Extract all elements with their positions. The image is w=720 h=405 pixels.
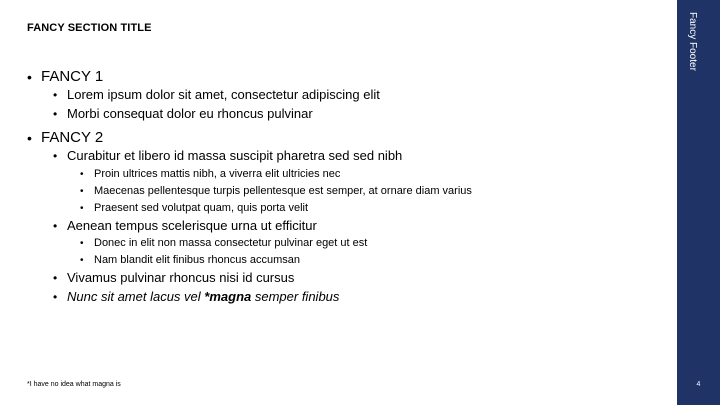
list-item: • Curabitur et libero id massa suscipit … <box>53 147 657 217</box>
bullet-icon: • <box>53 149 58 163</box>
bullet-icon: • <box>53 271 58 285</box>
italic-text-part: Nunc sit amet lacus vel <box>67 288 205 304</box>
bullet-icon: • <box>27 69 32 85</box>
bullet-list-level-2: • Curabitur et libero id massa suscipit … <box>53 147 657 306</box>
section-title: FANCY SECTION TITLE <box>27 22 152 34</box>
footer-text: Fancy Footer <box>687 12 698 71</box>
list-item: • Maecenas pellentesque turpis pellentes… <box>80 183 657 200</box>
bullet-icon: • <box>80 185 84 197</box>
bullet-icon: • <box>80 255 84 266</box>
list-item-label: Praesent sed volutpat quam, quis porta v… <box>94 201 309 214</box>
italic-text-part: semper finibus <box>251 288 340 304</box>
list-item-label-italic: Nunc sit amet lacus vel *magna semper fi… <box>67 289 339 304</box>
list-item-label: Morbi consequat dolor eu rhoncus pulvina… <box>67 105 313 121</box>
list-item-label: Curabitur et libero id massa suscipit ph… <box>67 148 403 163</box>
bullet-icon: • <box>53 218 58 233</box>
bullet-icon: • <box>80 168 84 180</box>
list-item-label: Aenean tempus scelerisque urna ut effici… <box>67 217 317 233</box>
list-item-label: Nam blandit elit finibus rhoncus accumsa… <box>94 254 301 266</box>
list-item-label: FANCY 1 <box>41 68 104 85</box>
list-item: • Donec in elit non massa consectetur pu… <box>80 235 657 252</box>
bullet-list: • FANCY 1 • Lorem ipsum dolor sit amet, … <box>27 68 657 306</box>
list-item: • Proin ultrices mattis nibh, a viverra … <box>80 166 657 183</box>
list-item-label: Maecenas pellentesque turpis pellentesqu… <box>94 184 472 197</box>
list-item-fancy-2: • FANCY 2 • Curabitur et libero id massa… <box>27 129 657 306</box>
footnote: *I have no idea what magna is <box>27 381 121 388</box>
list-item-label: Vivamus pulvinar rhoncus nisi id cursus <box>67 270 295 285</box>
slide: FANCY SECTION TITLE • FANCY 1 • Lorem ip… <box>0 0 720 405</box>
list-item: • Morbi consequat dolor eu rhoncus pulvi… <box>53 105 657 124</box>
bullet-icon: • <box>80 238 84 249</box>
list-item-label: Proin ultrices mattis nibh, a viverra el… <box>94 167 341 180</box>
list-item: • Lorem ipsum dolor sit amet, consectetu… <box>53 86 657 105</box>
bullet-list-level-2: • Lorem ipsum dolor sit amet, consectetu… <box>53 86 657 123</box>
sidebar-band: Fancy Footer 4 <box>677 0 720 405</box>
list-item: • Praesent sed volutpat quam, quis porta… <box>80 200 657 217</box>
bullet-icon: • <box>27 130 32 146</box>
bullet-icon: • <box>80 202 84 214</box>
list-item-label: Lorem ipsum dolor sit amet, consectetur … <box>67 87 380 102</box>
bullet-icon: • <box>53 88 58 102</box>
magna-emphasis: *magna <box>204 288 252 304</box>
page-number: 4 <box>696 381 701 388</box>
bullet-list-level-3: • Proin ultrices mattis nibh, a viverra … <box>80 166 657 217</box>
list-item: • Vivamus pulvinar rhoncus nisi id cursu… <box>53 269 657 288</box>
list-item-label: Donec in elit non massa consectetur pulv… <box>94 237 368 249</box>
bullet-icon: • <box>53 106 58 121</box>
list-item: • Nam blandit elit finibus rhoncus accum… <box>80 252 657 269</box>
bullet-icon: • <box>53 289 58 304</box>
bullet-list-level-1: • FANCY 1 • Lorem ipsum dolor sit amet, … <box>27 68 657 306</box>
list-item-fancy-1: • FANCY 1 • Lorem ipsum dolor sit amet, … <box>27 68 657 123</box>
list-item: • Nunc sit amet lacus vel *magna semper … <box>53 288 657 307</box>
list-item: • Aenean tempus scelerisque urna ut effi… <box>53 217 657 270</box>
bullet-list-level-3: • Donec in elit non massa consectetur pu… <box>80 235 657 269</box>
list-item-label: FANCY 2 <box>41 129 104 146</box>
